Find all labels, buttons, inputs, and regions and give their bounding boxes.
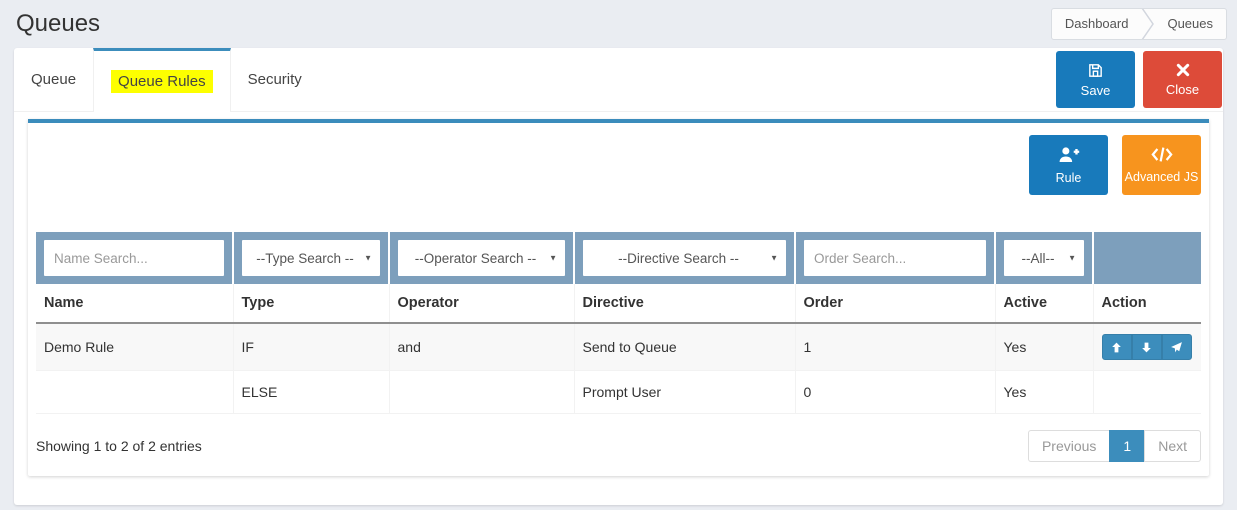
operator-search-select[interactable]: --Operator Search -- [398,240,565,276]
breadcrumb-queues[interactable]: Queues [1154,9,1226,39]
cell-type: ELSE [232,370,390,414]
cell-action [1092,322,1201,371]
code-brackets-icon [1150,146,1173,166]
tab-queue[interactable]: Queue [14,48,93,111]
cell-directive: Prompt User [573,370,796,414]
cell-operator: and [388,322,575,371]
x-cross-icon [1175,62,1191,78]
table-filter-row: --Type Search -- ▼ --Operator Search -- … [36,232,1201,284]
paper-plane-icon [1171,341,1182,352]
pagination-previous[interactable]: Previous [1027,430,1111,462]
arrow-up-icon [1112,342,1121,352]
tab-bar: Queue Queue Rules Security Save Close [14,48,1223,112]
column-header-operator[interactable]: Operator [388,284,575,324]
table-row: Demo Rule IF and Send to Queue 1 Yes [36,322,1201,371]
action-filter-cell [1093,232,1201,284]
cell-order: 1 [794,322,996,371]
table-row: ELSE Prompt User 0 Yes [36,370,1201,414]
cell-directive: Send to Queue [573,322,796,371]
cell-order: 0 [794,370,996,414]
cell-action [1092,370,1201,414]
tab-security-label: Security [247,71,302,88]
close-button[interactable]: Close [1143,51,1222,108]
operator-filter-cell: --Operator Search -- ▼ [389,232,575,284]
directive-search-select[interactable]: --Directive Search -- [583,240,786,276]
tab-queue-rules[interactable]: Queue Rules [93,48,231,112]
chevron-right-icon [1142,9,1155,39]
tab-queue-rules-label: Queue Rules [111,70,213,93]
active-filter-cell: --All-- ▼ [995,232,1094,284]
column-header-order[interactable]: Order [794,284,996,324]
pagination: Previous 1 Next [1027,430,1201,462]
cell-name: Demo Rule [36,322,234,371]
cell-operator [388,370,575,414]
page-title: Queues [16,10,101,37]
save-button[interactable]: Save [1056,51,1135,108]
column-header-type[interactable]: Type [232,284,390,324]
save-button-label: Save [1080,82,1111,98]
move-down-button[interactable] [1131,334,1162,360]
queues-panel: Queue Queue Rules Security Save Close Ru… [14,48,1223,505]
column-header-name[interactable]: Name [36,284,234,324]
send-rule-button[interactable] [1161,334,1192,360]
pagination-page-1[interactable]: 1 [1109,430,1146,462]
column-header-active[interactable]: Active [994,284,1094,324]
header-buttons: Save Close [1056,51,1223,108]
active-filter-select[interactable]: --All-- [1004,240,1084,276]
cell-name [36,370,234,414]
advanced-js-button[interactable]: Advanced JS [1122,135,1201,195]
move-up-button[interactable] [1101,334,1132,360]
user-plus-icon [1058,145,1080,167]
name-search-input[interactable] [44,240,224,276]
entries-info: Showing 1 to 2 of 2 entries [36,438,202,454]
toolbar: Rule Advanced JS [36,123,1201,195]
breadcrumb: Dashboard Queues [1050,8,1227,40]
pagination-next[interactable]: Next [1144,430,1201,462]
name-filter-cell [36,232,234,284]
tab-queue-label: Queue [31,71,77,88]
tab-security[interactable]: Security [231,48,319,111]
close-button-label: Close [1165,82,1200,97]
cell-active: Yes [994,322,1094,371]
column-header-directive[interactable]: Directive [573,284,796,324]
type-search-select[interactable]: --Type Search -- [242,240,380,276]
order-search-input[interactable] [804,240,986,276]
column-header-action: Action [1092,284,1201,324]
type-filter-cell: --Type Search -- ▼ [233,232,390,284]
arrow-down-icon [1142,342,1151,352]
table-footer: Showing 1 to 2 of 2 entries Previous 1 N… [36,414,1201,476]
add-rule-button-label: Rule [1055,171,1082,185]
queue-rules-table: --Type Search -- ▼ --Operator Search -- … [36,232,1201,414]
floppy-disk-icon [1087,62,1104,79]
content-header: Queues Dashboard Queues [0,0,1237,48]
order-filter-cell [795,232,996,284]
add-rule-button[interactable]: Rule [1029,135,1108,195]
cell-active: Yes [994,370,1094,414]
table-header-row: Name Type Operator Directive Order Activ… [36,284,1201,324]
advanced-js-button-label: Advanced JS [1124,170,1199,184]
cell-type: IF [232,322,390,371]
breadcrumb-dashboard[interactable]: Dashboard [1052,9,1142,39]
tab-content: Rule Advanced JS Name Search... --Type S… [14,112,1223,505]
row-action-group [1101,334,1192,360]
directive-filter-cell: --Directive Search -- ▼ [574,232,796,284]
queue-rules-box: Rule Advanced JS Name Search... --Type S… [28,119,1209,476]
